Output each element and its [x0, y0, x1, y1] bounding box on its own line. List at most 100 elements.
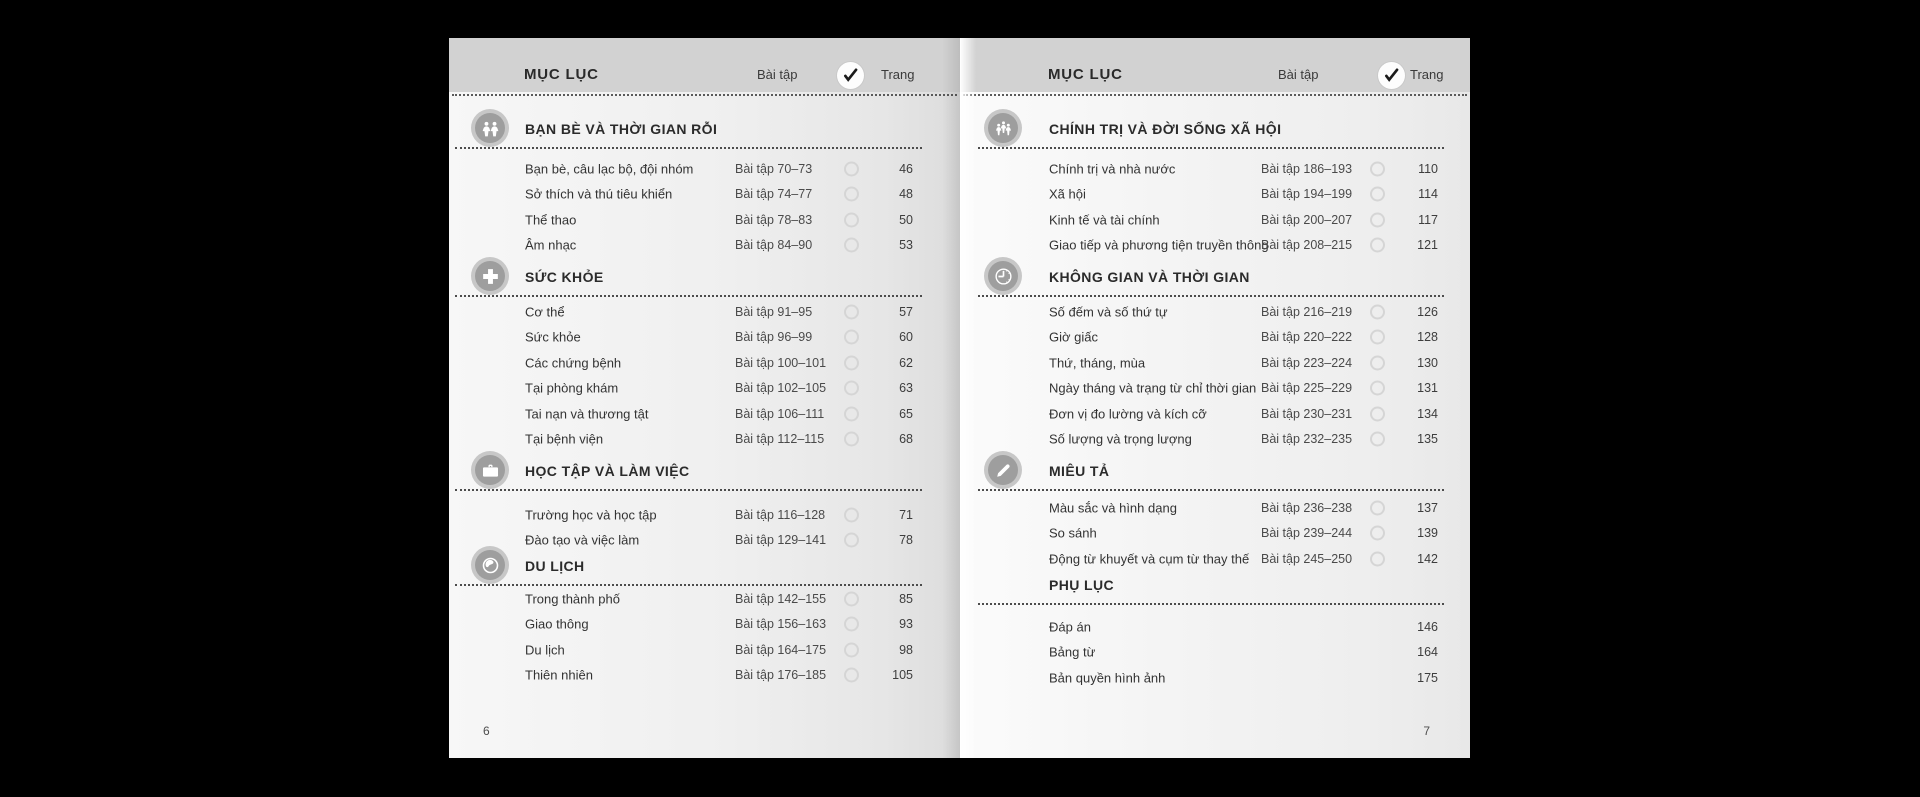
- toc-entry: Giao tiếp và phương tiện truyền thông Bà…: [960, 233, 1470, 259]
- progress-circle: [844, 381, 859, 396]
- toc-entry: Trong thành phố Bài tập 142–155 85: [449, 586, 960, 612]
- entry-page: 135: [1417, 432, 1438, 446]
- progress-circle: [844, 591, 859, 606]
- entry-exercises: Bài tập 223–224: [1261, 356, 1352, 370]
- entry-title: Bản quyền hình ảnh: [1049, 670, 1165, 685]
- toc-entry: Đơn vị đo lường và kích cỡ Bài tập 230–2…: [960, 401, 1470, 427]
- entry-page: 139: [1417, 526, 1438, 540]
- entry-title: Giao thông: [525, 617, 589, 632]
- progress-circle: [844, 432, 859, 447]
- entry-title: Số đếm và số thứ tự: [1049, 304, 1168, 319]
- briefcase-icon: [475, 455, 505, 485]
- entry-title: So sánh: [1049, 526, 1097, 541]
- progress-circle: [844, 617, 859, 632]
- entry-exercises: Bài tập 78–83: [735, 213, 812, 227]
- section-heading: KHÔNG GIAN VÀ THỜI GIAN: [960, 264, 1470, 290]
- progress-circle: [844, 161, 859, 176]
- entry-page: 50: [899, 213, 913, 227]
- toc-entry: Kinh tế và tài chính Bài tập 200–207 117: [960, 207, 1470, 233]
- dotted-divider: [978, 489, 1444, 491]
- entry-title: Đáp án: [1049, 619, 1091, 634]
- toc-entry: Tại phòng khám Bài tập 102–105 63: [449, 376, 960, 402]
- section-title: PHỤ LỤC: [1049, 577, 1114, 593]
- entry-exercises: Bài tập 186–193: [1261, 162, 1352, 176]
- entry-page: 164: [1417, 645, 1438, 659]
- entry-page: 46: [899, 162, 913, 176]
- entry-exercises: Bài tập 116–128: [735, 508, 825, 522]
- entry-page: 126: [1417, 305, 1438, 319]
- entry-title: Động từ khuyết và cụm từ thay thế: [1049, 551, 1249, 566]
- entry-exercises: Bài tập 112–115: [735, 432, 824, 446]
- entry-page: 53: [899, 238, 913, 252]
- toc-entry: Động từ khuyết và cụm từ thay thế Bài tậ…: [960, 546, 1470, 572]
- toc-page-right: MỤC LỤC Bài tập Trang C: [960, 38, 1470, 758]
- section-heading: BẠN BÈ VÀ THỜI GIAN RỖI: [449, 116, 960, 142]
- section-description: MIÊU TẢ Màu sắc và hình dạng Bài tập 236…: [960, 458, 1470, 572]
- progress-circle: [844, 355, 859, 370]
- entry-exercises: Bài tập 225–229: [1261, 381, 1352, 395]
- toc-entry: Thể thao Bài tập 78–83 50: [449, 207, 960, 233]
- entry-exercises: Bài tập 236–238: [1261, 501, 1352, 515]
- section-health: SỨC KHỎE Cơ thể Bài tập 91–95 57 Sức khỏ…: [449, 264, 960, 452]
- progress-circle: [1370, 238, 1385, 253]
- entry-title: Trong thành phố: [525, 591, 620, 606]
- entry-page: 121: [1417, 238, 1438, 252]
- toc-entry: Tai nạn và thương tật Bài tập 106–111 65: [449, 401, 960, 427]
- progress-circle: [844, 507, 859, 522]
- entry-exercises: Bài tập 176–185: [735, 668, 826, 682]
- entry-exercises: Bài tập 142–155: [735, 592, 826, 606]
- entry-title: Các chứng bệnh: [525, 355, 621, 370]
- progress-circle: [1370, 330, 1385, 345]
- section-title: BẠN BÈ VÀ THỜI GIAN RỖI: [525, 121, 717, 137]
- screen-background: MỤC LỤC Bài tập Trang B: [0, 0, 1920, 797]
- progress-circle: [1370, 161, 1385, 176]
- entry-title: Thứ, tháng, mùa: [1049, 355, 1145, 370]
- entry-page: 78: [899, 533, 913, 547]
- entry-page: 105: [892, 668, 913, 682]
- toc-entry: Du lịch Bài tập 164–175 98: [449, 637, 960, 663]
- entry-page: 117: [1418, 213, 1438, 227]
- section-friends: BẠN BÈ VÀ THỜI GIAN RỖI Bạn bè, câu lạc …: [449, 116, 960, 258]
- globe-icon: [475, 550, 505, 580]
- toc-entry: Thiên nhiên Bài tập 176–185 105: [449, 663, 960, 689]
- toc-page-left: MỤC LỤC Bài tập Trang B: [449, 38, 960, 758]
- entry-exercises: Bài tập 220–222: [1261, 330, 1352, 344]
- clock-icon: [988, 261, 1018, 291]
- progress-circle: [844, 304, 859, 319]
- toc-entry: Đào tạo và việc làm Bài tập 129–141 78: [449, 528, 960, 554]
- dotted-divider: [455, 147, 922, 149]
- entry-exercises: Bài tập 156–163: [735, 617, 826, 631]
- entry-page: 68: [899, 432, 913, 446]
- entry-title: Giờ giấc: [1049, 330, 1098, 345]
- entry-exercises: Bài tập 194–199: [1261, 187, 1352, 201]
- dotted-divider: [978, 295, 1444, 297]
- entry-exercises: Bài tập 91–95: [735, 305, 812, 319]
- toc-entry: Sở thích và thú tiêu khiển Bài tập 74–77…: [449, 182, 960, 208]
- progress-circle: [1370, 406, 1385, 421]
- entry-exercises: Bài tập 70–73: [735, 162, 812, 176]
- entry-page: 71: [899, 508, 913, 522]
- entry-page: 134: [1417, 407, 1438, 421]
- section-title: SỨC KHỎE: [525, 269, 604, 285]
- progress-circle: [1370, 355, 1385, 370]
- toc-entry: So sánh Bài tập 239–244 139: [960, 521, 1470, 547]
- entry-exercises: Bài tập 102–105: [735, 381, 826, 395]
- folio-page-number: 6: [483, 724, 490, 738]
- entry-title: Xã hội: [1049, 187, 1086, 202]
- entry-page: 130: [1417, 356, 1438, 370]
- entry-title: Tai nạn và thương tật: [525, 406, 648, 421]
- progress-circle: [1370, 212, 1385, 227]
- toc-entry: Các chứng bệnh Bài tập 100–101 62: [449, 350, 960, 376]
- entry-page: 93: [899, 617, 913, 631]
- entry-page: 128: [1417, 330, 1438, 344]
- section-heading: DU LỊCH: [449, 553, 960, 579]
- entry-exercises: Bài tập 232–235: [1261, 432, 1352, 446]
- section-title: HỌC TẬP VÀ LÀM VIỆC: [525, 463, 689, 479]
- progress-circle: [1370, 304, 1385, 319]
- entry-title: Giao tiếp và phương tiện truyền thông: [1049, 238, 1269, 253]
- toc-entry: Cơ thể Bài tập 91–95 57: [449, 299, 960, 325]
- entry-exercises: Bài tập 129–141: [735, 533, 826, 547]
- entry-title: Đào tạo và việc làm: [525, 533, 639, 548]
- entry-title: Cơ thể: [525, 304, 565, 319]
- entry-title: Âm nhạc: [525, 238, 576, 253]
